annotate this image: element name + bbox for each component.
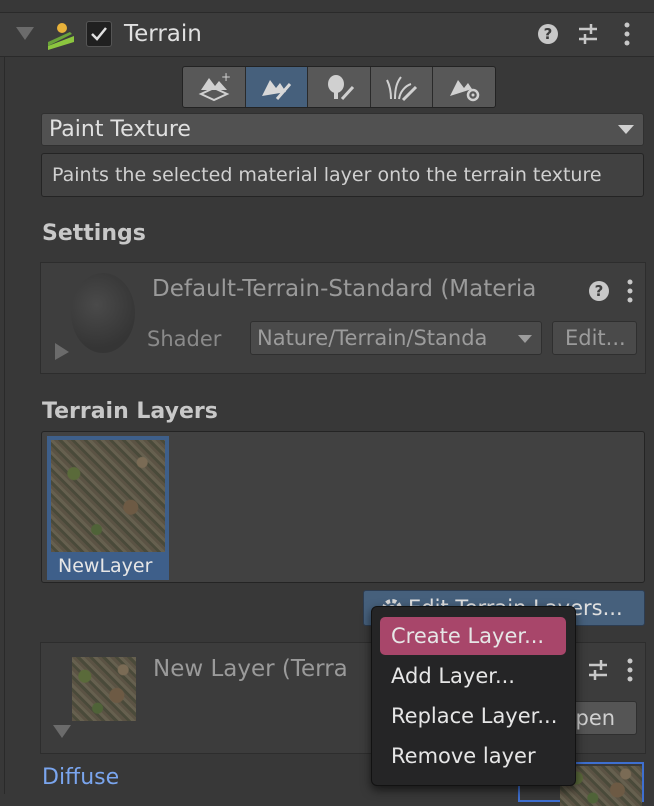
menu-item-add-layer[interactable]: Add Layer...: [380, 657, 566, 695]
shader-value: Nature/Terrain/Standa: [257, 326, 488, 350]
tool-description: Paints the selected material layer onto …: [52, 164, 602, 186]
tool-description-box: Paints the selected material layer onto …: [41, 153, 644, 197]
terrain-settings-icon: [450, 80, 480, 102]
enabled-checkbox[interactable]: [86, 21, 112, 47]
paint-trees-icon: [327, 75, 355, 101]
menu-item-remove-layer[interactable]: Remove layer: [380, 737, 566, 775]
svg-text:+: +: [221, 72, 231, 84]
add-layer-context-menu: Create Layer... Add Layer... Replace Lay…: [371, 606, 576, 786]
tool-mode-value: Paint Texture: [49, 117, 191, 142]
material-panel: Default-Terrain-Standard (Materia ? Shad…: [40, 262, 646, 374]
shader-dropdown[interactable]: Nature/Terrain/Standa: [250, 321, 542, 355]
layer-preset-sliders-icon[interactable]: [587, 659, 609, 681]
menu-item-label: Remove layer: [391, 744, 536, 768]
layer-inspector-title: New Layer (Terra: [153, 656, 348, 682]
svg-text:?: ?: [595, 282, 604, 300]
diffuse-label: Diffuse: [42, 765, 120, 790]
shader-label: Shader: [147, 327, 222, 351]
layer-foldout-arrow-icon[interactable]: [53, 725, 71, 739]
layer-thumbnail: [51, 440, 165, 552]
terrain-tool-toolbar: +: [182, 66, 496, 108]
component-header[interactable]: Terrain ?: [0, 13, 654, 57]
menu-item-label: Create Layer...: [391, 624, 545, 648]
paint-terrain-icon: [262, 80, 292, 100]
terrain-layers-palette: NewLayer: [41, 431, 645, 583]
terrain-layers-heading: Terrain Layers: [42, 399, 218, 424]
tool-terrain-settings[interactable]: [433, 67, 495, 107]
foldout-arrow-icon[interactable]: [16, 27, 34, 41]
tool-create-neighbor[interactable]: +: [183, 67, 246, 107]
preset-sliders-icon[interactable]: [577, 23, 599, 45]
layer-inspector-thumbnail: [72, 657, 136, 721]
checkmark-icon: [91, 27, 107, 41]
layer-name: NewLayer: [58, 555, 153, 577]
material-help-icon[interactable]: ?: [588, 280, 610, 302]
menu-item-label: Add Layer...: [391, 664, 515, 688]
layer-kebab-icon[interactable]: [624, 658, 636, 682]
component-title: Terrain: [124, 21, 202, 47]
shader-edit-label: Edit...: [565, 326, 626, 350]
material-name: Default-Terrain-Standard (Materia: [152, 276, 537, 302]
menu-item-create-layer[interactable]: Create Layer...: [380, 617, 566, 655]
menu-item-label: Replace Layer...: [391, 704, 558, 728]
tool-paint-details[interactable]: [371, 67, 434, 107]
create-neighbor-terrain-icon: +: [198, 72, 231, 102]
tool-paint-terrain[interactable]: [245, 67, 309, 107]
material-foldout-arrow-icon[interactable]: [55, 343, 71, 361]
material-preview-sphere: [71, 273, 135, 353]
svg-text:?: ?: [544, 25, 553, 43]
kebab-menu-icon[interactable]: [621, 22, 633, 46]
material-kebab-icon[interactable]: [624, 279, 636, 303]
shader-edit-button[interactable]: Edit...: [552, 321, 637, 355]
dropdown-arrow-icon: [618, 125, 634, 134]
layer-tile[interactable]: NewLayer: [47, 436, 169, 580]
tool-paint-trees[interactable]: [308, 67, 371, 107]
left-border: [4, 57, 5, 794]
help-icon[interactable]: ?: [537, 23, 559, 45]
tool-mode-dropdown[interactable]: Paint Texture: [41, 113, 644, 146]
paint-details-icon: [385, 76, 417, 102]
shader-dropdown-arrow-icon: [518, 335, 532, 343]
settings-heading: Settings: [42, 221, 146, 246]
menu-item-replace-layer[interactable]: Replace Layer...: [380, 697, 566, 735]
terrain-icon: [48, 23, 74, 50]
